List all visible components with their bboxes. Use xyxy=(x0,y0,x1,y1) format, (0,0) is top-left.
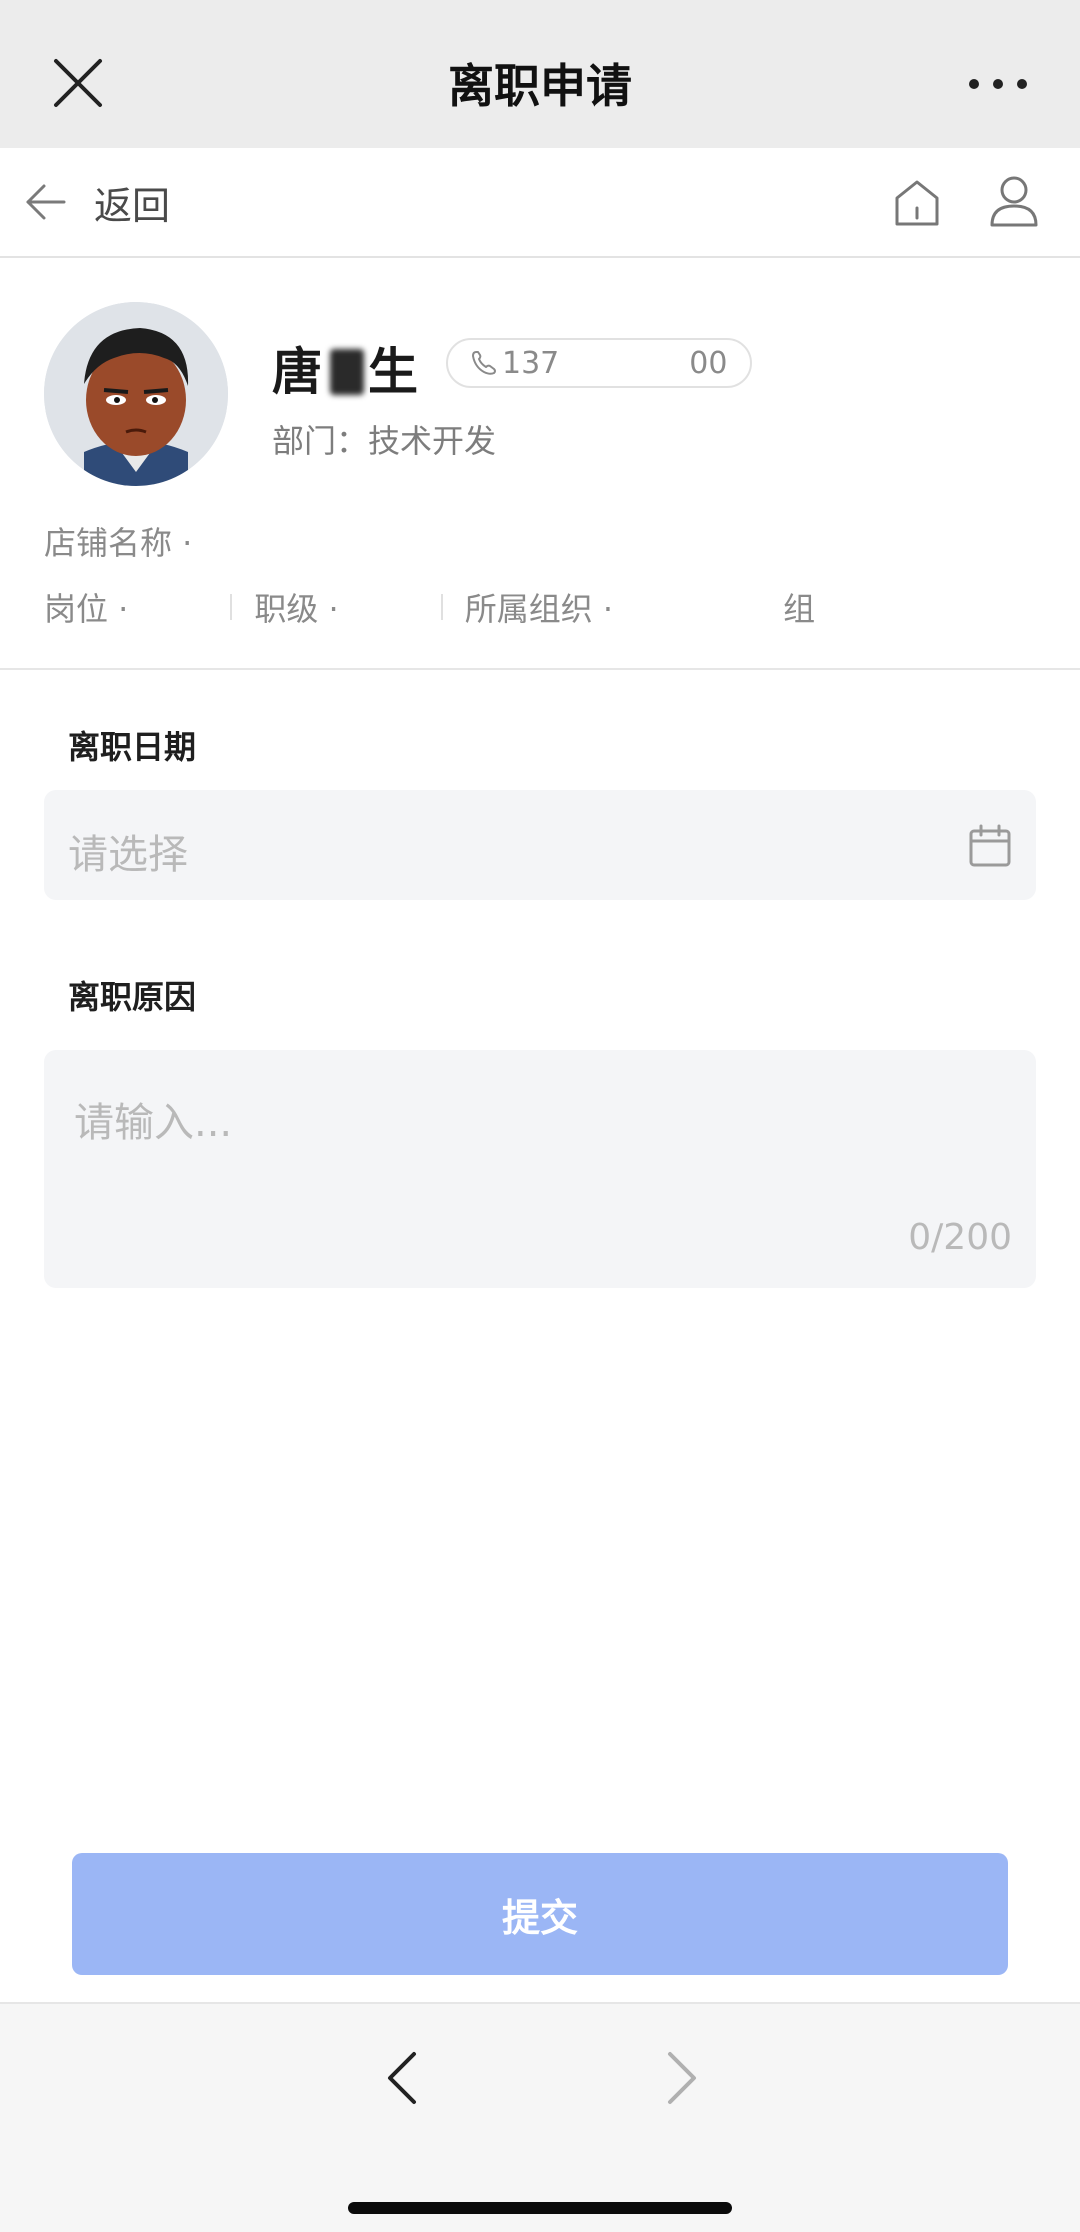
page-title: 离职申请 xyxy=(448,59,632,113)
phone-end: 00 xyxy=(689,345,728,381)
page: 离职申请 返回 唐 生 137 00 部门：技术开发 店铺名称 · 岗位 · 职… xyxy=(0,0,1080,2232)
level-label: 职级 · xyxy=(254,590,339,628)
org-redaction xyxy=(613,584,783,630)
profile-card: 唐生 137 00 部门：技术开发 店铺名称 · 岗位 · 职级 · 所属组织 … xyxy=(0,260,1080,670)
home-icon[interactable] xyxy=(892,178,942,228)
back-chevron-icon[interactable] xyxy=(380,2048,424,2108)
calendar-icon[interactable] xyxy=(968,824,1012,868)
forward-chevron-icon[interactable] xyxy=(660,2048,704,2108)
back-button[interactable]: 返回 xyxy=(24,172,170,232)
separator xyxy=(230,594,233,620)
date-label: 离职日期 xyxy=(68,728,197,766)
separator xyxy=(440,594,443,620)
employee-name: 唐生 xyxy=(272,332,422,404)
back-arrow-icon xyxy=(26,184,66,220)
date-picker[interactable]: 请选择 xyxy=(44,790,1036,900)
org-suffix: 组 xyxy=(783,590,816,628)
post-redaction xyxy=(128,584,208,630)
reason-placeholder: 请输入... xyxy=(74,1100,233,1146)
phone-badge[interactable]: 137 00 xyxy=(446,338,752,388)
home-indicator xyxy=(348,2202,732,2214)
back-label: 返回 xyxy=(94,183,171,228)
org-label: 所属组织 · xyxy=(464,590,614,628)
submit-button[interactable]: 提交 xyxy=(72,1853,1008,1975)
level-redaction xyxy=(339,584,419,630)
phone-start: 137 xyxy=(502,345,560,381)
name-redaction xyxy=(330,349,364,395)
department: 部门：技术开发 xyxy=(272,422,497,460)
meta-row: 岗位 · 职级 · 所属组织 · 组 xyxy=(44,584,815,630)
store-name: 店铺名称 · xyxy=(44,524,193,562)
avatar-image xyxy=(44,302,228,486)
reason-textarea[interactable]: 请输入... 0/200 xyxy=(44,1050,1036,1288)
reason-label: 离职原因 xyxy=(68,978,197,1016)
phone-icon xyxy=(472,351,496,375)
user-icon[interactable] xyxy=(988,174,1040,228)
title-bar: 离职申请 xyxy=(0,0,1080,148)
name-prefix: 唐 xyxy=(272,343,326,401)
date-placeholder: 请选择 xyxy=(68,832,188,878)
char-counter: 0/200 xyxy=(908,1217,1012,1258)
more-icon[interactable] xyxy=(966,70,1030,98)
name-suffix: 生 xyxy=(368,343,422,401)
post-label: 岗位 · xyxy=(44,590,129,628)
nav-bar: 返回 xyxy=(0,148,1080,258)
avatar xyxy=(44,302,228,486)
bottom-nav-bar xyxy=(0,2002,1080,2232)
